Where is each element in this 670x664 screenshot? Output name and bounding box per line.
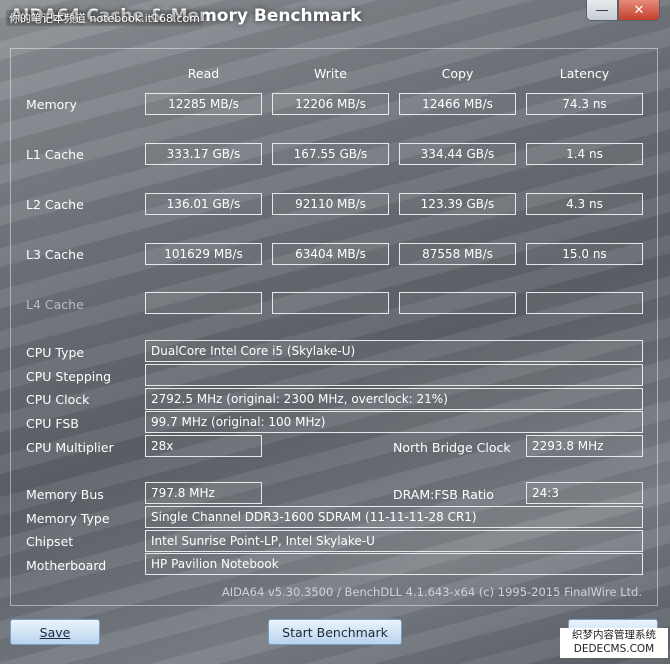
memory-bus-value: 797.8 MHz: [145, 482, 262, 504]
l4-latency-value: [526, 292, 643, 314]
cpu-clock-label: CPU Clock: [26, 392, 90, 407]
l3-write-value: 63404 MB/s: [272, 243, 389, 265]
cms-watermark-line2: DEDECMS.COM: [573, 643, 655, 655]
memory-type-label: Memory Type: [26, 511, 110, 526]
l3-copy-value: 87558 MB/s: [399, 243, 516, 265]
row-label-memory: Memory: [26, 97, 77, 112]
cms-watermark-line1: 织梦内容管理系统: [572, 629, 656, 641]
l4-read-value: [145, 292, 262, 314]
cpu-fsb-label: CPU FSB: [26, 416, 79, 431]
l1-read-value: 333.17 GB/s: [145, 143, 262, 165]
l2-read-value: 136.01 GB/s: [145, 193, 262, 215]
memory-bus-label: Memory Bus: [26, 487, 104, 502]
close-window-button[interactable]: ✕: [618, 0, 660, 21]
l1-write-value: 167.55 GB/s: [272, 143, 389, 165]
row-label-l4-cache: L4 Cache: [26, 297, 84, 312]
save-button[interactable]: Save: [10, 619, 100, 645]
memory-latency-value: 74.3 ns: [526, 93, 643, 115]
dram-fsb-ratio-label: DRAM:FSB Ratio: [393, 487, 494, 502]
cpu-multiplier-label: CPU Multiplier: [26, 440, 114, 455]
cpu-type-label: CPU Type: [26, 345, 85, 360]
site-watermark: 你的笔记本频道 notebook.it168.com: [6, 10, 203, 26]
l2-copy-value: 123.39 GB/s: [399, 193, 516, 215]
l1-copy-value: 334.44 GB/s: [399, 143, 516, 165]
row-label-l1-cache: L1 Cache: [26, 147, 84, 162]
cpu-clock-value: 2792.5 MHz (original: 2300 MHz, overcloc…: [145, 388, 643, 410]
column-header-write: Write: [313, 66, 347, 81]
column-header-latency: Latency: [559, 66, 610, 81]
minimize-button[interactable]: —: [586, 0, 618, 21]
cpu-stepping-value: [145, 364, 643, 386]
l3-latency-value: 15.0 ns: [526, 243, 643, 265]
memory-type-value: Single Channel DDR3-1600 SDRAM (11-11-11…: [145, 506, 643, 528]
motherboard-label: Motherboard: [26, 558, 107, 573]
row-label-l3-cache: L3 Cache: [26, 247, 84, 262]
start-benchmark-button[interactable]: Start Benchmark: [268, 619, 402, 645]
memory-copy-value: 12466 MB/s: [399, 93, 516, 115]
window-controls: — ✕: [586, 0, 660, 21]
cpu-fsb-value: 99.7 MHz (original: 100 MHz): [145, 411, 643, 433]
dram-fsb-ratio-value: 24:3: [526, 482, 643, 504]
l4-copy-value: [399, 292, 516, 314]
column-header-read: Read: [187, 66, 220, 81]
north-bridge-clock-value: 2293.8 MHz: [526, 435, 643, 457]
memory-write-value: 12206 MB/s: [272, 93, 389, 115]
version-footer: AIDA64 v5.30.3500 / BenchDLL 4.1.643-x64…: [221, 585, 642, 599]
l2-latency-value: 4.3 ns: [526, 193, 643, 215]
cms-watermark: 织梦内容管理系统 DEDECMS.COM: [560, 628, 668, 658]
title-bar[interactable]: AIDA64 Cache & Memory Benchmark 你的笔记本频道 …: [0, 0, 670, 34]
column-header-copy: Copy: [441, 66, 474, 81]
cpu-type-value: DualCore Intel Core i5 (Skylake-U): [145, 340, 643, 362]
l1-latency-value: 1.4 ns: [526, 143, 643, 165]
cpu-stepping-label: CPU Stepping: [26, 369, 112, 384]
memory-read-value: 12285 MB/s: [145, 93, 262, 115]
chipset-value: Intel Sunrise Point-LP, Intel Skylake-U: [145, 530, 643, 552]
l2-write-value: 92110 MB/s: [272, 193, 389, 215]
cpu-multiplier-value: 28x: [145, 435, 262, 457]
chipset-label: Chipset: [26, 534, 74, 549]
l4-write-value: [272, 292, 389, 314]
row-label-l2-cache: L2 Cache: [26, 197, 84, 212]
motherboard-value: HP Pavilion Notebook: [145, 553, 643, 575]
north-bridge-clock-label: North Bridge Clock: [393, 440, 511, 455]
l3-read-value: 101629 MB/s: [145, 243, 262, 265]
